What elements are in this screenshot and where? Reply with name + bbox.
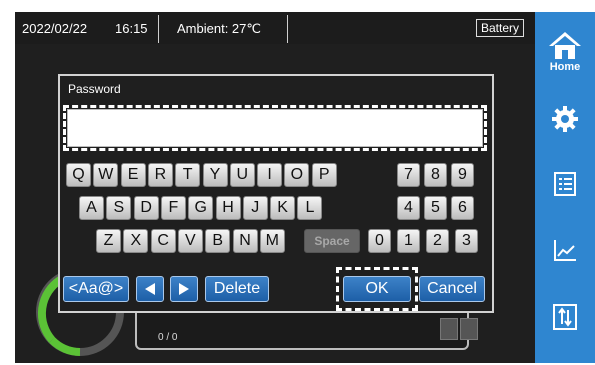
status-divider bbox=[287, 15, 288, 43]
key-3[interactable]: 3 bbox=[455, 229, 478, 253]
cursor-right-button[interactable] bbox=[170, 276, 198, 302]
key-w[interactable]: W bbox=[93, 163, 119, 187]
key-q[interactable]: Q bbox=[66, 163, 91, 187]
key-y[interactable]: Y bbox=[202, 163, 228, 187]
cursor-left-button[interactable] bbox=[136, 276, 164, 302]
key-i[interactable]: I bbox=[257, 163, 283, 187]
dialog-title: Password bbox=[68, 82, 121, 96]
page-indicator: 0 / 0 bbox=[158, 332, 178, 343]
battery-indicator: Battery bbox=[476, 19, 525, 37]
key-b[interactable]: B bbox=[205, 229, 231, 253]
gear-icon bbox=[552, 106, 578, 132]
key-t[interactable]: T bbox=[175, 163, 201, 187]
status-bar: 2022/02/22 16:15 Ambient: 27℃ Battery bbox=[15, 12, 535, 44]
key-j[interactable]: J bbox=[242, 196, 268, 220]
mode-toggle-button[interactable]: <Aa@> bbox=[63, 276, 129, 302]
key-8[interactable]: 8 bbox=[424, 163, 447, 187]
key-u[interactable]: U bbox=[229, 163, 255, 187]
key-m[interactable]: M bbox=[259, 229, 285, 253]
key-9[interactable]: 9 bbox=[451, 163, 474, 187]
key-4[interactable]: 4 bbox=[397, 196, 420, 220]
space-key[interactable]: Space bbox=[304, 229, 360, 253]
list-icon bbox=[554, 172, 576, 196]
nav-list[interactable] bbox=[535, 172, 595, 196]
chart-icon bbox=[554, 240, 576, 261]
key-s[interactable]: S bbox=[106, 196, 132, 220]
next-page-button[interactable] bbox=[460, 318, 478, 340]
nav-home-label: Home bbox=[549, 61, 581, 73]
transfer-icon bbox=[553, 304, 577, 330]
nav-settings[interactable] bbox=[535, 106, 595, 132]
nav-home[interactable]: Home bbox=[535, 30, 595, 73]
key-g[interactable]: G bbox=[188, 196, 214, 220]
key-n[interactable]: N bbox=[232, 229, 258, 253]
side-nav: Home bbox=[535, 12, 595, 363]
delete-button[interactable]: Delete bbox=[205, 276, 269, 302]
key-v[interactable]: V bbox=[177, 229, 203, 253]
nav-chart[interactable] bbox=[535, 238, 595, 262]
key-6[interactable]: 6 bbox=[451, 196, 474, 220]
arrow-left-icon bbox=[145, 283, 155, 295]
ok-button[interactable]: OK bbox=[343, 276, 411, 302]
password-input[interactable] bbox=[67, 109, 483, 147]
key-h[interactable]: H bbox=[215, 196, 241, 220]
key-c[interactable]: C bbox=[150, 229, 176, 253]
status-time: 16:15 bbox=[115, 21, 148, 36]
key-r[interactable]: R bbox=[147, 163, 173, 187]
key-l[interactable]: L bbox=[297, 196, 323, 220]
key-7[interactable]: 7 bbox=[397, 163, 420, 187]
home-icon bbox=[549, 32, 581, 59]
status-date: 2022/02/22 bbox=[22, 21, 88, 36]
status-ambient: Ambient: 27℃ bbox=[177, 21, 261, 36]
status-divider bbox=[158, 15, 159, 43]
arrow-right-icon bbox=[179, 283, 189, 295]
key-5[interactable]: 5 bbox=[424, 196, 447, 220]
key-0[interactable]: 0 bbox=[368, 229, 391, 253]
key-1[interactable]: 1 bbox=[397, 229, 420, 253]
key-2[interactable]: 2 bbox=[426, 229, 449, 253]
key-o[interactable]: O bbox=[284, 163, 310, 187]
key-x[interactable]: X bbox=[123, 229, 149, 253]
key-e[interactable]: E bbox=[120, 163, 146, 187]
key-p[interactable]: P bbox=[311, 163, 337, 187]
key-z[interactable]: Z bbox=[96, 229, 121, 253]
nav-transfer[interactable] bbox=[535, 304, 595, 330]
prev-page-button[interactable] bbox=[440, 318, 458, 340]
cancel-button[interactable]: Cancel bbox=[419, 276, 485, 302]
key-f[interactable]: F bbox=[160, 196, 186, 220]
key-k[interactable]: K bbox=[270, 196, 296, 220]
key-a[interactable]: A bbox=[79, 196, 104, 220]
key-d[interactable]: D bbox=[133, 196, 159, 220]
